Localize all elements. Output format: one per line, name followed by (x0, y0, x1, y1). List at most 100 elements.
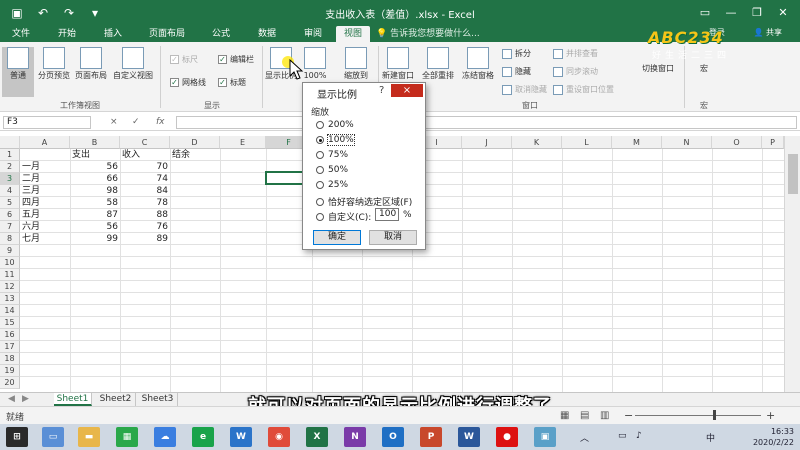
freeze-panes-button[interactable]: 冻结窗格 (458, 47, 498, 81)
cell-C7[interactable]: 76 (120, 221, 170, 233)
cell-A2[interactable]: 一月 (20, 161, 70, 173)
row-header[interactable]: 7 (0, 221, 20, 233)
cell-A7[interactable]: 六月 (20, 221, 70, 233)
row-header[interactable]: 5 (0, 197, 20, 209)
row-header[interactable]: 15 (0, 317, 20, 329)
cell-D1[interactable]: 结余 (170, 149, 220, 161)
row-header[interactable]: 9 (0, 245, 20, 257)
volume-icon[interactable]: ♪ (636, 431, 642, 441)
dialog-close-button[interactable]: × (391, 84, 423, 97)
normal-view-button[interactable]: 普通 (2, 47, 34, 97)
row-header[interactable]: 1 (0, 149, 20, 161)
tab-page-layout[interactable]: 页面布局 (142, 26, 192, 42)
custom-views-button[interactable]: 自定义视图 (110, 47, 156, 81)
switch-windows-button[interactable]: 切换窗口 (638, 64, 678, 74)
zoom-option-50[interactable]: 50% (316, 165, 348, 175)
app-icon[interactable]: ▣ (534, 427, 556, 447)
tab-review[interactable]: 审阅 (296, 26, 330, 42)
tab-formulas[interactable]: 公式 (204, 26, 238, 42)
column-header[interactable]: J (462, 136, 512, 149)
page-break-preview-button[interactable]: 分页预览 (38, 47, 70, 81)
row-header[interactable]: 6 (0, 209, 20, 221)
cell-C4[interactable]: 84 (120, 185, 170, 197)
macros-button[interactable]: 宏 (690, 64, 718, 74)
row-header[interactable]: 16 (0, 329, 20, 341)
word-icon[interactable]: W (458, 427, 480, 447)
share-button[interactable]: 共享 (766, 28, 782, 37)
zoom-slider-knob[interactable] (713, 410, 716, 420)
column-header[interactable]: N (662, 136, 712, 149)
restore-button[interactable]: ❐ (744, 2, 770, 22)
ime-indicator[interactable]: 中 (706, 431, 715, 444)
confirm-entry-icon[interactable]: ✓ (132, 117, 140, 127)
headings-checkbox[interactable]: ✓ 标题 (218, 77, 246, 88)
normal-view-status-icon[interactable]: ▦ (560, 410, 569, 421)
tab-file[interactable]: 文件 (4, 26, 38, 42)
column-header[interactable]: D (170, 136, 220, 149)
tab-view[interactable]: 视图 (336, 26, 370, 42)
cell-A3[interactable]: 二月 (20, 173, 70, 185)
clock[interactable]: 16:33 2020/2/22 (753, 426, 794, 448)
arrange-all-button[interactable]: 全部重排 (418, 47, 458, 81)
store-icon[interactable]: ▦ (116, 427, 138, 447)
file-explorer-icon[interactable]: ▬ (78, 427, 100, 447)
row-header[interactable]: 2 (0, 161, 20, 173)
cell-C8[interactable]: 89 (120, 233, 170, 245)
tell-me-box[interactable]: 💡 告诉我您想要做什么... (376, 28, 480, 41)
formula-input[interactable] (176, 116, 797, 129)
zoom-option-100[interactable]: 100% (316, 134, 355, 146)
row-header[interactable]: 8 (0, 233, 20, 245)
cell-B2[interactable]: 56 (70, 161, 120, 173)
column-header[interactable]: P (762, 136, 784, 149)
vertical-scrollbar[interactable] (784, 136, 800, 392)
formula-bar-checkbox[interactable]: ✓ 编辑栏 (218, 54, 254, 65)
cell-A4[interactable]: 三月 (20, 185, 70, 197)
row-header[interactable]: 13 (0, 293, 20, 305)
sync-scroll-button[interactable]: 同步滚动 (553, 66, 598, 77)
scroll-thumb[interactable] (788, 154, 798, 194)
column-header[interactable]: K (512, 136, 562, 149)
row-header[interactable]: 18 (0, 353, 20, 365)
tray-expand-icon[interactable]: ︿ (580, 431, 589, 444)
tab-home[interactable]: 开始 (50, 26, 84, 42)
outlook-icon[interactable]: O (382, 427, 404, 447)
new-window-button[interactable]: 新建窗口 (380, 47, 416, 81)
cell-B6[interactable]: 87 (70, 209, 120, 221)
browser-icon[interactable]: e (192, 427, 214, 447)
view-side-by-side-button[interactable]: 并排查看 (553, 48, 598, 59)
page-break-status-icon[interactable]: ▥ (600, 410, 609, 421)
cell-C5[interactable]: 78 (120, 197, 170, 209)
row-header[interactable]: 4 (0, 185, 20, 197)
excel-icon[interactable]: X (306, 427, 328, 447)
insert-function-icon[interactable]: fx (156, 117, 165, 127)
onenote-icon[interactable]: N (344, 427, 366, 447)
zoom-100-button[interactable]: 100% (302, 47, 328, 81)
cell-B3[interactable]: 66 (70, 173, 120, 185)
ok-button[interactable]: 确定 (313, 230, 361, 245)
ribbon-display-icon[interactable]: ▭ (692, 2, 718, 22)
minimize-button[interactable]: — (718, 2, 744, 22)
powerpoint-icon[interactable]: P (420, 427, 442, 447)
cloud-icon[interactable]: ☁ (154, 427, 176, 447)
ruler-checkbox[interactable]: ✓ 标尺 (170, 54, 198, 65)
gridlines-checkbox[interactable]: ✓ 网格线 (170, 77, 206, 88)
select-all-corner[interactable] (0, 136, 20, 149)
zoom-option-25[interactable]: 25% (316, 180, 348, 190)
cell-A6[interactable]: 五月 (20, 209, 70, 221)
page-layout-view-button[interactable]: 页面布局 (72, 47, 110, 81)
cancel-button[interactable]: 取消 (369, 230, 417, 245)
zoom-option-fit-selection[interactable]: 恰好容纳选定区域(F) (316, 195, 412, 208)
column-header[interactable]: C (120, 136, 170, 149)
custom-zoom-input[interactable]: 100 (375, 208, 399, 221)
taskview-icon[interactable]: ▭ (42, 427, 64, 447)
column-header[interactable]: M (612, 136, 662, 149)
network-icon[interactable]: ▭ (618, 431, 627, 441)
row-header[interactable]: 17 (0, 341, 20, 353)
cell-C6[interactable]: 88 (120, 209, 170, 221)
start-icon[interactable]: ⊞ (6, 427, 28, 447)
split-button[interactable]: 拆分 (502, 48, 531, 59)
name-box[interactable]: F3 (3, 116, 91, 129)
hide-button[interactable]: 隐藏 (502, 66, 531, 77)
cell-B4[interactable]: 98 (70, 185, 120, 197)
column-header[interactable]: A (20, 136, 70, 149)
